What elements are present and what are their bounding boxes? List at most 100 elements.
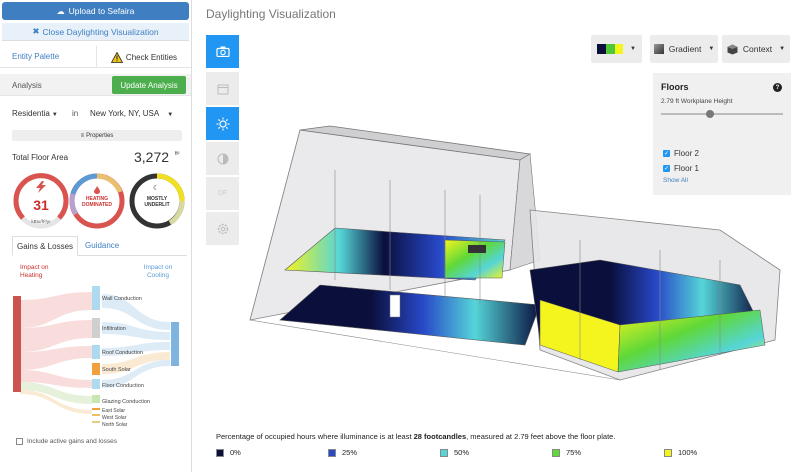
- sankey-node-wall: [92, 286, 100, 310]
- properties-button[interactable]: ≡ Properties: [12, 130, 182, 141]
- close-icon: ✖: [32, 26, 40, 36]
- impact-heating-label: Impact on Heating: [20, 264, 49, 279]
- sankey-label-east: East Solar: [102, 408, 125, 414]
- gains-losses-sankey[interactable]: Wall Conduction Infiltration Roof Conduc…: [10, 282, 182, 432]
- location-row: Residentia ▼ in New York, NY, USA ▼: [0, 104, 191, 124]
- legend-label-0: 0%: [230, 448, 241, 457]
- total-floor-area-label: Total Floor Area: [12, 153, 69, 162]
- sun-tool-button[interactable]: [206, 107, 239, 140]
- sidebar: ☁ Upload to Sefaira ✖ Close Daylighting …: [0, 0, 192, 472]
- lightning-icon: [36, 181, 46, 193]
- sun-icon: [216, 117, 229, 130]
- contrast-icon: [217, 153, 228, 164]
- daylight-line2: UNDERLIT: [144, 202, 170, 208]
- cloud-upload-icon: ☁: [56, 6, 65, 16]
- entity-row: Entity Palette Check Entities: [0, 46, 191, 68]
- legend-item-100: 100%: [664, 448, 697, 457]
- include-active-row[interactable]: Include active gains and losses: [16, 438, 117, 445]
- caret-down-icon: ▼: [779, 46, 786, 52]
- color-scale-dropdown[interactable]: ▼: [591, 35, 642, 63]
- caption-post: , measured at 2.79 feet above the floor …: [466, 432, 616, 441]
- include-active-checkbox[interactable]: [16, 438, 23, 445]
- in-label: in: [72, 109, 79, 118]
- sankey-node-glazing: [92, 395, 100, 403]
- door-frame-1: [389, 294, 401, 318]
- calendar-icon: [217, 84, 228, 94]
- total-floor-area-unit: ft²: [175, 151, 180, 157]
- tab-gains-losses[interactable]: Gains & Losses: [12, 236, 78, 256]
- upload-button[interactable]: ☁ Upload to Sefaira: [2, 2, 189, 20]
- calendar-tool-button[interactable]: [206, 72, 239, 105]
- settings-tool-button[interactable]: [206, 212, 239, 245]
- legend-swatch-100: [664, 448, 672, 457]
- color-scale-swatch: [597, 44, 624, 54]
- total-floor-area-value: 3,272: [134, 149, 170, 165]
- sankey-cooling-node: [171, 322, 179, 366]
- context-dropdown[interactable]: Context ▼: [722, 35, 790, 63]
- floor-1-checkbox[interactable]: ✓: [663, 165, 670, 172]
- show-all-link[interactable]: Show All: [663, 177, 688, 184]
- help-icon[interactable]: ?: [773, 83, 782, 92]
- check-entities-button[interactable]: Check Entities: [96, 46, 191, 68]
- legend-swatch-75: [552, 448, 560, 457]
- sankey-label-west: West Solar: [102, 415, 127, 421]
- floors-title: Floors: [661, 82, 689, 92]
- window-dark-1: [468, 245, 486, 253]
- flame-icon: [94, 186, 100, 194]
- sankey-label-glazing: Glazing Conduction: [102, 399, 150, 405]
- legend-label-75: 75%: [566, 448, 582, 457]
- location-value: New York, NY, USA: [90, 109, 160, 118]
- location-dropdown[interactable]: New York, NY, USA ▼: [90, 109, 173, 118]
- sankey-label-infiltration: Infiltration: [102, 326, 126, 332]
- visualization-area: Daylighting Visualization DF ▼ Gradient …: [200, 0, 795, 472]
- close-daylighting-button[interactable]: ✖ Close Daylighting Visualization: [2, 23, 189, 41]
- analysis-row: Analysis Update Analysis: [0, 74, 191, 96]
- view-toolbar: DF: [206, 35, 239, 247]
- workplane-slider-track[interactable]: [661, 113, 783, 115]
- update-analysis-button[interactable]: Update Analysis: [112, 76, 186, 94]
- sankey-label-roof: Roof Conduction: [102, 350, 143, 356]
- building-type-dropdown[interactable]: Residentia ▼: [12, 109, 58, 118]
- heating-gauge[interactable]: HEATING DOMINATED: [68, 172, 126, 230]
- sankey-label-floor: Floor Conduction: [102, 383, 144, 389]
- sankey-node-south: [92, 363, 100, 375]
- legend-item-25: 25%: [328, 448, 357, 457]
- floor-2-checkbox[interactable]: ✓: [663, 150, 670, 157]
- properties-label: Properties: [86, 132, 114, 139]
- floors-panel: Floors ? 2.79 ft Workplane Height ✓ Floo…: [653, 73, 791, 195]
- tab-guidance[interactable]: Guidance: [85, 241, 119, 250]
- gradient-dropdown[interactable]: Gradient ▼: [650, 35, 718, 63]
- cube-icon: [727, 44, 738, 54]
- legend-item-50: 50%: [440, 448, 469, 457]
- close-daylighting-label: Close Daylighting Visualization: [42, 26, 159, 37]
- floor-1-item[interactable]: ✓ Floor 1: [663, 164, 699, 173]
- legend-label-50: 50%: [454, 448, 470, 457]
- floor-1-label: Floor 1: [674, 164, 699, 173]
- df-tool-button[interactable]: DF: [206, 177, 239, 210]
- upload-label: Upload to Sefaira: [68, 6, 135, 16]
- camera-tool-button[interactable]: [206, 35, 239, 68]
- check-entities-label: Check Entities: [125, 52, 178, 62]
- contrast-tool-button[interactable]: [206, 142, 239, 175]
- analysis-label: Analysis: [12, 81, 42, 90]
- workplane-height-label: 2.79 ft Workplane Height: [661, 98, 733, 105]
- workplane-slider-handle[interactable]: [705, 110, 714, 118]
- caret-down-icon: ▼: [167, 112, 174, 118]
- floor-2-item[interactable]: ✓ Floor 2: [663, 149, 699, 158]
- legend-swatch-25: [328, 448, 336, 457]
- include-active-label: Include active gains and losses: [27, 438, 117, 445]
- eui-gauge[interactable]: 31 kBtu/ft²/yr: [12, 172, 70, 230]
- sankey-node-north: [92, 421, 100, 423]
- entity-palette-link[interactable]: Entity Palette: [12, 52, 59, 61]
- legend-item-0: 0%: [216, 448, 241, 457]
- caption-bold: 28 footcandles: [413, 432, 467, 441]
- legend-caption: Percentage of occupied hours where illum…: [216, 432, 615, 441]
- sankey-label-wall: Wall Conduction: [102, 296, 142, 302]
- sankey-node-infiltration: [92, 318, 100, 338]
- legend-swatch-50: [440, 448, 448, 457]
- context-label: Context: [742, 44, 773, 54]
- daylight-gauge[interactable]: ☾ MOSTLY UNDERLIT: [128, 172, 186, 230]
- sankey-node-floor: [92, 379, 100, 389]
- page-title: Daylighting Visualization: [206, 7, 336, 21]
- sankey-node-roof: [92, 345, 100, 359]
